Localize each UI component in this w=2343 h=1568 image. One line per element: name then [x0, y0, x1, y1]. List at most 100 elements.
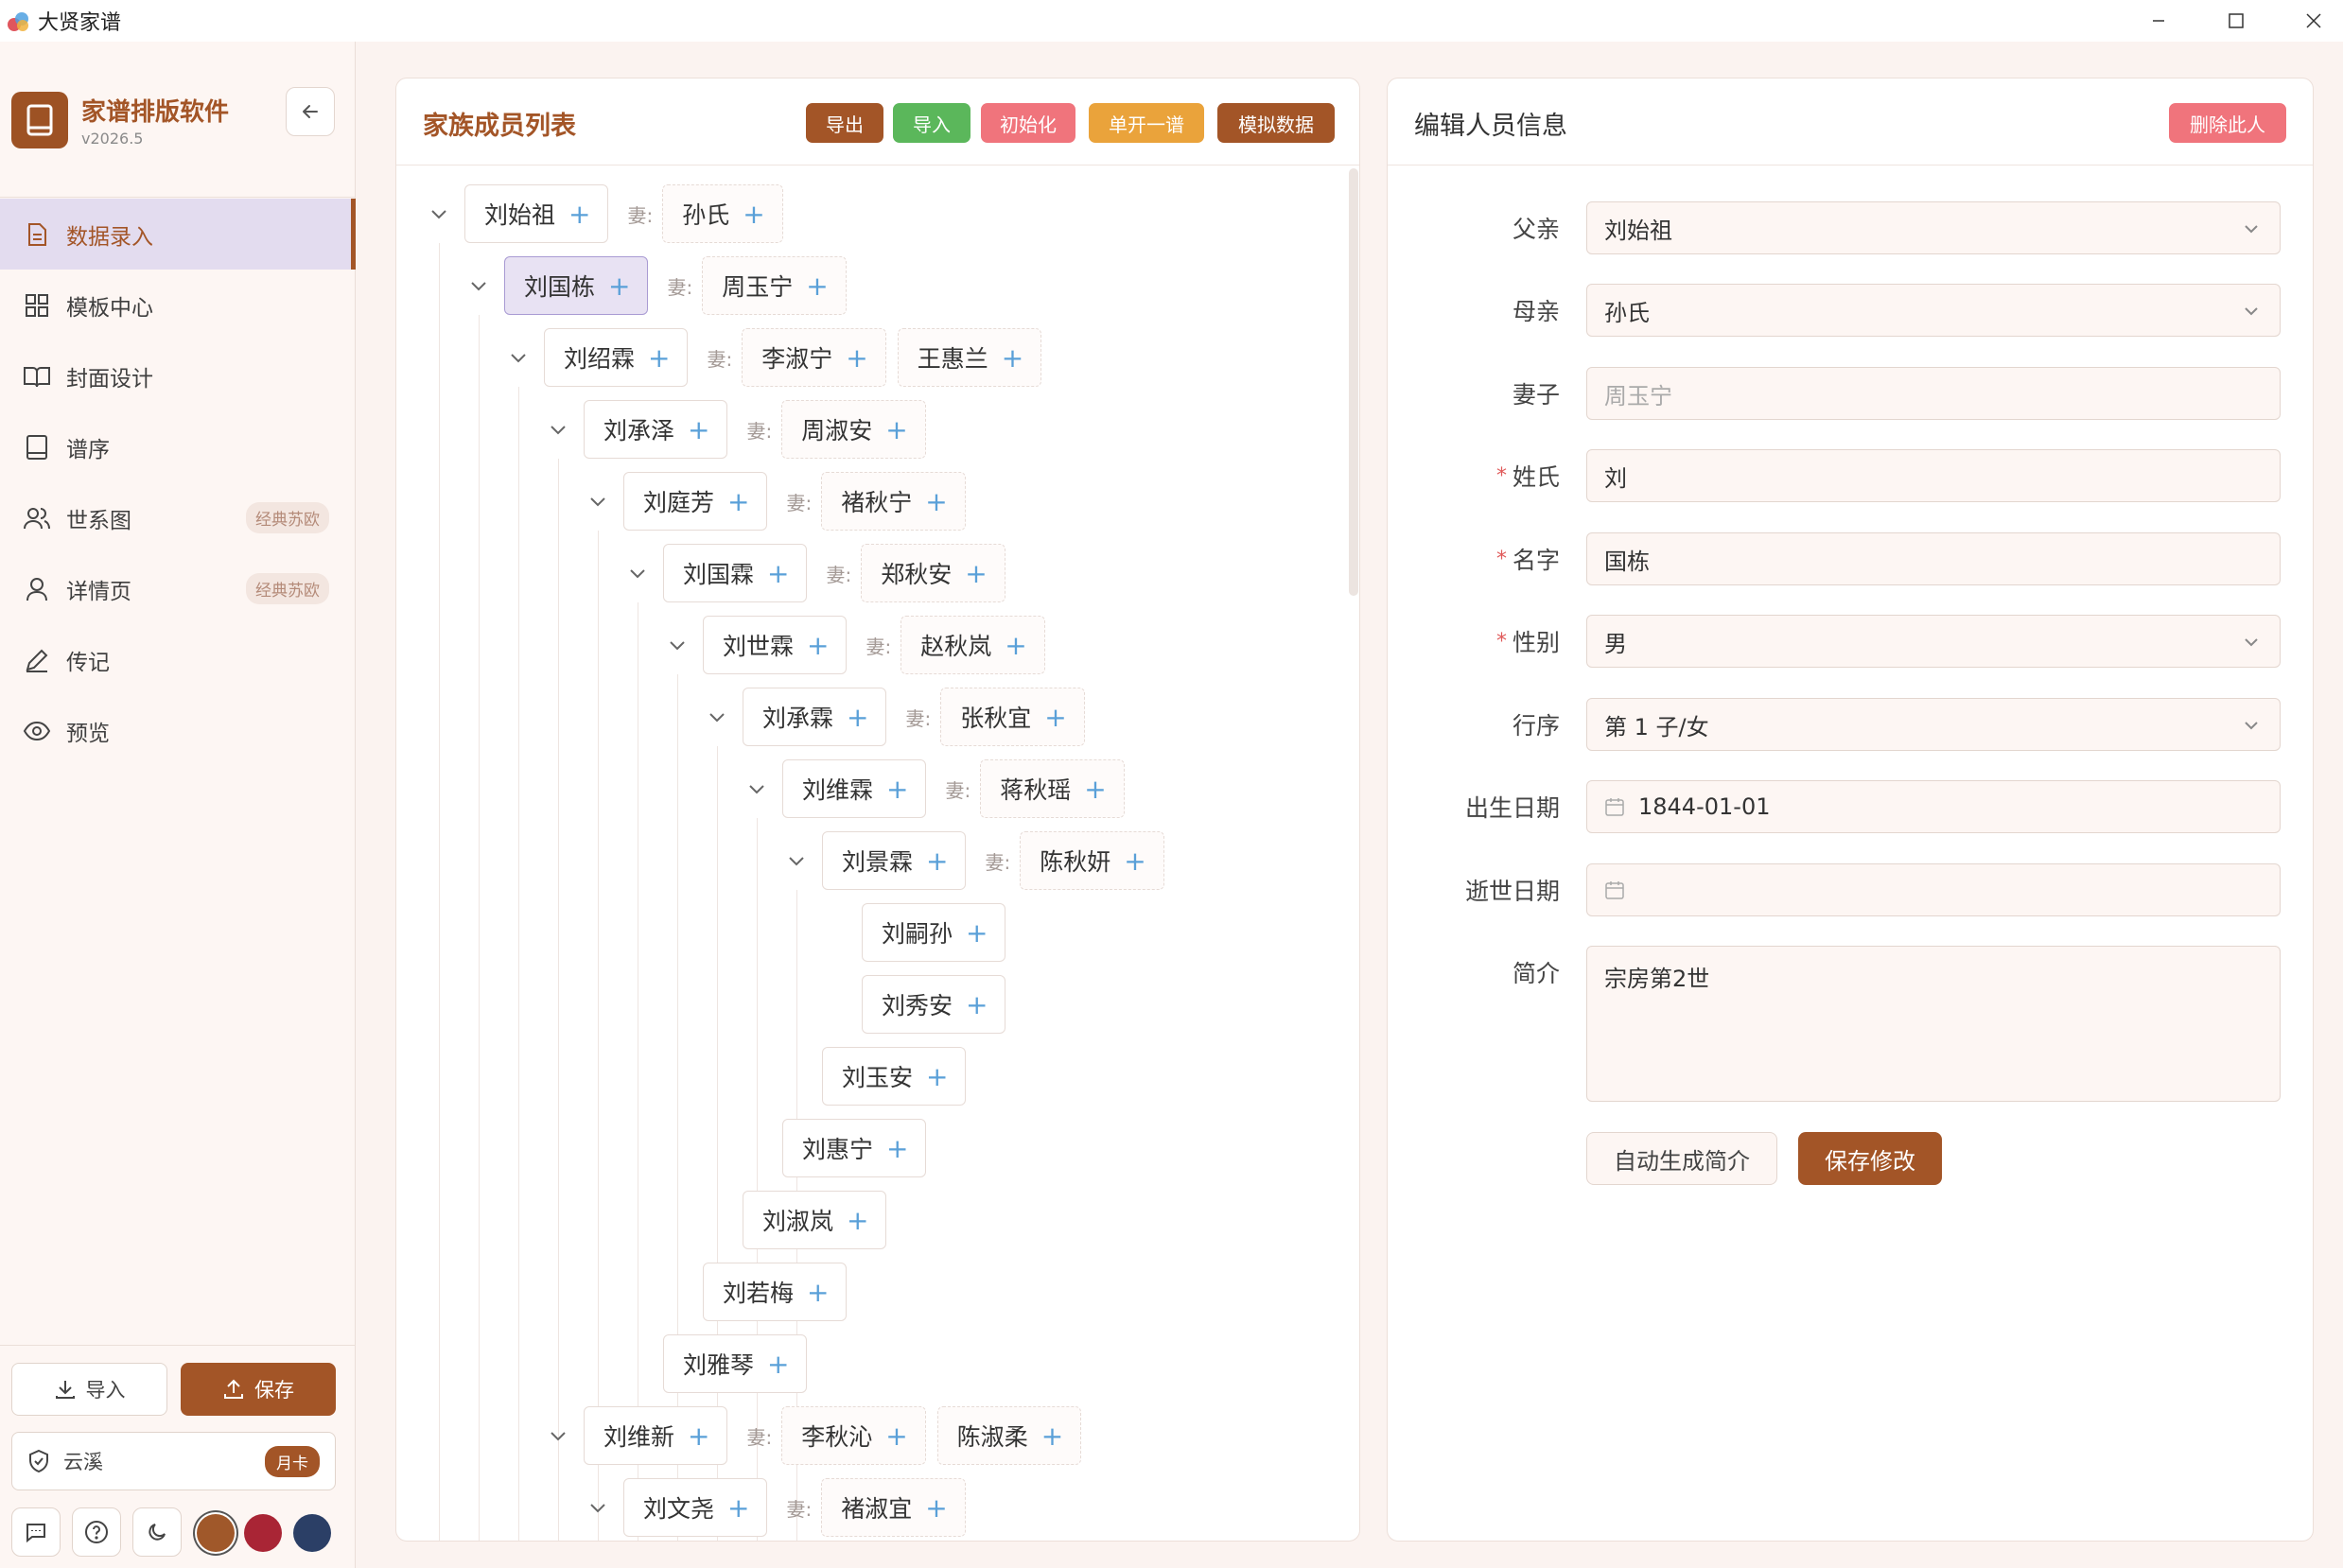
given-name-input[interactable]: 国栋 [1586, 532, 2281, 585]
add-child-icon[interactable]: + [1041, 1420, 1063, 1452]
chevron-down-icon[interactable] [425, 200, 453, 228]
chevron-down-icon[interactable] [584, 1493, 612, 1522]
spouse-node[interactable]: 褚淑宜 + [821, 1478, 966, 1537]
add-child-icon[interactable]: + [1044, 702, 1066, 733]
member-node[interactable]: 刘绍霖 + [544, 328, 689, 387]
add-child-icon[interactable]: + [885, 1420, 907, 1452]
add-child-icon[interactable]: + [688, 414, 709, 445]
help-button[interactable] [72, 1507, 121, 1557]
member-node[interactable]: 刘玉安 + [822, 1047, 967, 1106]
chevron-down-icon[interactable] [782, 846, 811, 875]
theme-swatch-brown[interactable] [197, 1514, 235, 1552]
nav-item-data-entry[interactable]: 数据录入 [0, 199, 356, 270]
theme-swatch-red[interactable] [244, 1514, 282, 1552]
add-child-icon[interactable]: + [1124, 845, 1145, 877]
add-child-icon[interactable]: + [767, 558, 789, 589]
spouse-node[interactable]: 李淑宁 + [742, 328, 886, 387]
add-child-icon[interactable]: + [767, 1349, 789, 1380]
death-date-picker[interactable] [1586, 863, 2281, 916]
theme-swatch-navy[interactable] [293, 1514, 331, 1552]
add-child-icon[interactable]: + [966, 917, 988, 949]
add-child-icon[interactable]: + [886, 774, 908, 805]
add-child-icon[interactable]: + [965, 558, 987, 589]
sidebar-import-button[interactable]: 导入 [11, 1363, 167, 1416]
add-child-icon[interactable]: + [807, 630, 829, 661]
add-child-icon[interactable]: + [688, 1420, 709, 1452]
spouse-node[interactable]: 陈秋妍 + [1020, 831, 1164, 890]
dark-mode-button[interactable] [132, 1507, 182, 1557]
account-card[interactable]: 云溪 月卡 [11, 1432, 336, 1490]
nav-item-preview[interactable]: 预览 [0, 695, 356, 766]
add-child-icon[interactable]: + [1084, 774, 1106, 805]
member-node[interactable]: 刘嗣孙 + [862, 903, 1006, 962]
chevron-down-icon[interactable] [584, 487, 612, 515]
spouse-node[interactable]: 王惠兰 + [897, 328, 1042, 387]
chevron-down-icon[interactable] [623, 559, 652, 587]
add-child-icon[interactable]: + [727, 486, 749, 517]
surname-input[interactable]: 刘 [1586, 449, 2281, 502]
member-node[interactable]: 刘国栋 + [504, 256, 649, 315]
nav-item-preface[interactable]: 谱序 [0, 411, 356, 482]
member-node[interactable]: 刘始祖 + [464, 184, 609, 243]
add-child-icon[interactable]: + [926, 1061, 948, 1092]
add-child-icon[interactable]: + [806, 270, 828, 302]
chevron-down-icon[interactable] [504, 343, 533, 372]
spouse-node[interactable]: 孙氏 + [662, 184, 783, 243]
member-node[interactable]: 刘淑岚 + [743, 1191, 887, 1249]
add-child-icon[interactable]: + [966, 989, 988, 1020]
delete-person-button[interactable]: 删除此人 [2169, 103, 2286, 143]
chevron-down-icon[interactable] [743, 775, 771, 803]
chevron-down-icon[interactable] [703, 703, 731, 731]
add-child-icon[interactable]: + [1005, 630, 1026, 661]
spouse-node[interactable]: 张秋宜 + [940, 688, 1085, 746]
spouse-node[interactable]: 赵秋岚 + [900, 616, 1045, 674]
import-button[interactable]: 导入 [893, 103, 970, 143]
close-window-button[interactable] [2276, 0, 2343, 42]
auto-generate-bio-button[interactable]: 自动生成简介 [1586, 1132, 1777, 1185]
wife-input[interactable]: 周玉宁 [1586, 367, 2281, 420]
add-child-icon[interactable]: + [925, 1492, 947, 1524]
member-node[interactable]: 刘景霖 + [822, 831, 967, 890]
spouse-node[interactable]: 周玉宁 + [702, 256, 847, 315]
nav-item-templates[interactable]: 模板中心 [0, 270, 356, 340]
add-child-icon[interactable]: + [648, 342, 670, 374]
add-child-icon[interactable]: + [847, 702, 868, 733]
add-child-icon[interactable]: + [926, 845, 948, 877]
bio-textarea[interactable]: 宗房第2世 [1586, 946, 2281, 1102]
member-node[interactable]: 刘若梅 + [703, 1263, 848, 1321]
add-child-icon[interactable]: + [807, 1277, 829, 1308]
spouse-node[interactable]: 褚秋宁 + [821, 472, 966, 531]
mother-select[interactable]: 孙氏 [1586, 284, 2281, 337]
add-child-icon[interactable]: + [885, 414, 907, 445]
collapse-sidebar-button[interactable] [286, 87, 335, 136]
add-child-icon[interactable]: + [608, 270, 630, 302]
member-node[interactable]: 刘承泽 + [584, 400, 728, 459]
add-child-icon[interactable]: + [846, 342, 867, 374]
nav-item-detail-page[interactable]: 详情页 经典苏欧 [0, 553, 356, 624]
member-node[interactable]: 刘文尧 + [623, 1478, 768, 1537]
member-node[interactable]: 刘惠宁 + [782, 1119, 927, 1177]
add-child-icon[interactable]: + [847, 1205, 868, 1236]
chevron-down-icon[interactable] [663, 631, 691, 659]
sidebar-save-button[interactable]: 保存 [181, 1363, 336, 1416]
add-child-icon[interactable]: + [727, 1492, 749, 1524]
father-select[interactable]: 刘始祖 [1586, 201, 2281, 254]
nav-item-lineage-chart[interactable]: 世系图 经典苏欧 [0, 482, 356, 553]
member-node[interactable]: 刘国霖 + [663, 544, 808, 602]
spouse-node[interactable]: 周淑安 + [781, 400, 926, 459]
add-child-icon[interactable]: + [1002, 342, 1023, 374]
maximize-button[interactable] [2198, 0, 2274, 42]
spouse-node[interactable]: 蒋秋瑶 + [980, 759, 1125, 818]
member-node[interactable]: 刘世霖 + [703, 616, 848, 674]
initialize-button[interactable]: 初始化 [981, 103, 1075, 143]
new-genealogy-button[interactable]: 单开一谱 [1089, 103, 1204, 143]
add-child-icon[interactable]: + [568, 199, 590, 230]
member-node[interactable]: 刘庭芳 + [623, 472, 768, 531]
add-child-icon[interactable]: + [743, 199, 764, 230]
export-button[interactable]: 导出 [806, 103, 883, 143]
add-child-icon[interactable]: + [925, 486, 947, 517]
mock-data-button[interactable]: 模拟数据 [1217, 103, 1335, 143]
chevron-down-icon[interactable] [544, 415, 572, 444]
save-changes-button[interactable]: 保存修改 [1798, 1132, 1942, 1185]
chevron-down-icon[interactable] [464, 271, 493, 300]
